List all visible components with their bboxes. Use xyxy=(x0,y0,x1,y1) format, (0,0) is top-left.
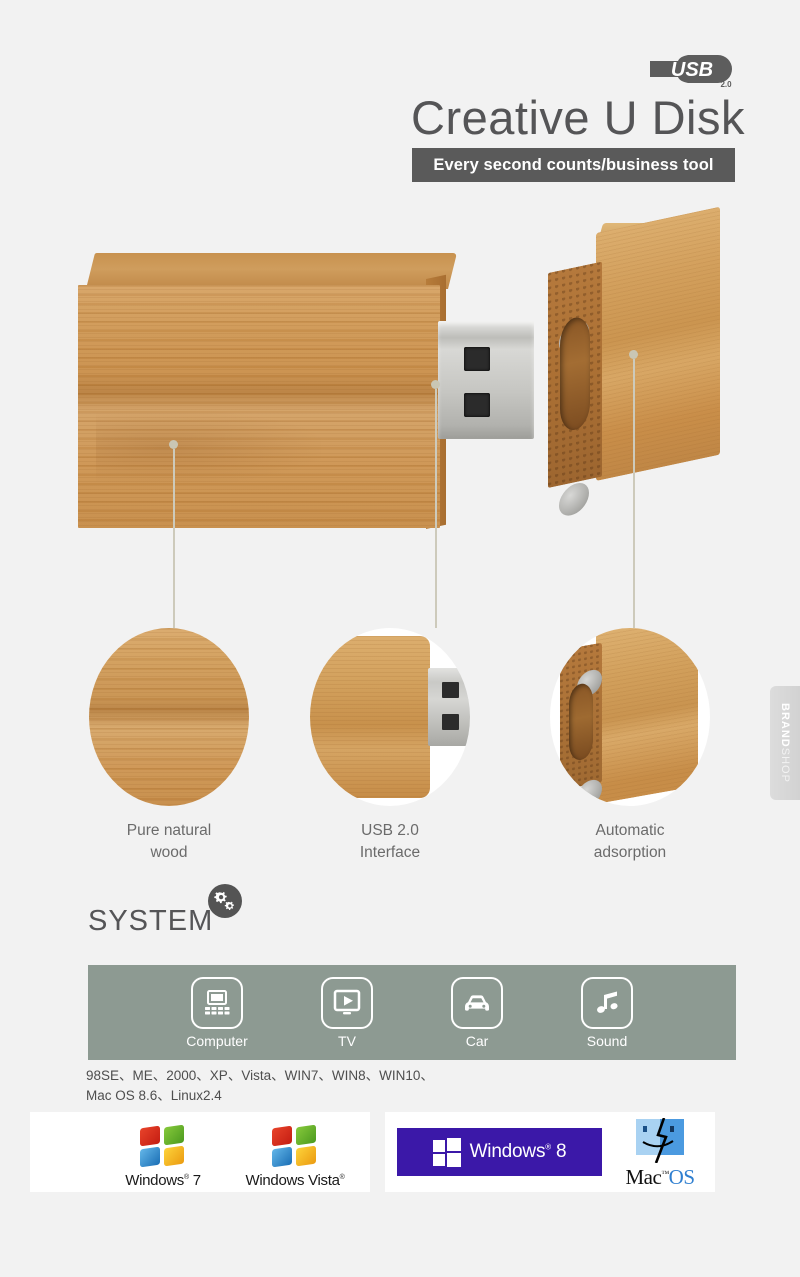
cap-front-face xyxy=(596,206,720,481)
wood-texture-icon xyxy=(89,628,249,806)
logo-windows8: Windows® 8 xyxy=(397,1128,602,1176)
brand-text: BRAND xyxy=(779,703,791,748)
magnet-cap-icon xyxy=(596,628,698,804)
usb-body-top-face xyxy=(86,253,457,289)
metal-connector-detail xyxy=(428,668,470,746)
windows-flag-icon xyxy=(140,1124,186,1168)
subtitle-text: Every second counts/business tool xyxy=(433,155,714,174)
svg-text:2.0: 2.0 xyxy=(720,80,732,89)
connector-slot xyxy=(442,682,459,698)
callout-line-wood xyxy=(173,449,175,628)
subtitle-banner: Every second counts/business tool xyxy=(412,148,735,182)
connector-slot xyxy=(464,393,490,417)
mac-name: Mac xyxy=(625,1165,662,1189)
vista-version: Vista xyxy=(308,1172,340,1189)
feature-label-line1: USB 2.0 xyxy=(361,822,419,839)
feature-label-magnet: Automatic adsorption xyxy=(540,820,720,865)
device-item-tv: TV xyxy=(301,976,393,1049)
logo-label-windows7: Windows® 7 xyxy=(125,1172,201,1189)
music-note-icon xyxy=(581,976,633,1029)
system-heading: SYSTEM xyxy=(88,905,213,938)
shop-text: SHOP xyxy=(779,747,791,783)
connector-slot xyxy=(464,347,490,371)
os-list-line1: 98SE、ME、2000、XP、Vista、WIN7、WIN8、WIN10、 xyxy=(86,1068,434,1083)
callout-dot-usb xyxy=(431,380,440,389)
logo-macos: Mac™OS xyxy=(615,1117,705,1190)
logo-panel-right: Windows® 8 Mac™OS xyxy=(385,1112,715,1192)
callout-dot-magnet xyxy=(629,350,638,359)
tv-play-icon xyxy=(321,976,373,1029)
logo-label-windows8: Windows® 8 xyxy=(469,1141,567,1162)
win8-name: Windows xyxy=(469,1141,546,1162)
system-heading-text: SYSTEM xyxy=(88,905,214,937)
product-detail-page: USB 2.0 Creative U Disk Every second cou… xyxy=(0,0,800,1277)
car-icon xyxy=(451,976,503,1029)
logo-windows7: Windows® 7 xyxy=(108,1124,218,1189)
hero-product-image xyxy=(0,206,800,628)
feature-label-line2: adsorption xyxy=(593,844,667,862)
logo-panel-left: Windows® 7 Windows Vista® xyxy=(30,1112,370,1192)
feature-label-usb: USB 2.0 Interface xyxy=(300,820,480,865)
device-label-car: Car xyxy=(465,1032,489,1049)
feature-label-line2: wood xyxy=(150,844,188,862)
connector-slot xyxy=(442,714,459,730)
feature-label-line1: Automatic xyxy=(595,822,665,839)
device-item-car: Car xyxy=(431,976,523,1049)
feature-label-line1: Pure natural xyxy=(126,822,212,839)
win7-name: Windows xyxy=(125,1172,184,1189)
vista-name: Windows xyxy=(245,1172,305,1189)
feature-item-wood: Pure natural wood xyxy=(79,628,259,865)
windows-flag-icon xyxy=(272,1124,318,1168)
win8-version: 8 xyxy=(556,1141,567,1162)
feature-label-line2: Interface xyxy=(359,844,421,862)
feature-image-wood xyxy=(89,628,249,806)
logo-label-macos: Mac™OS xyxy=(625,1165,695,1189)
logo-windows-vista: Windows Vista® xyxy=(230,1124,360,1189)
feature-image-magnet xyxy=(550,628,710,806)
feature-callouts: Pure natural wood USB 2.0 Interface Auto… xyxy=(0,628,800,861)
laptop-icon xyxy=(191,976,243,1029)
mac-os-suffix: OS xyxy=(668,1165,695,1189)
svg-text:USB: USB xyxy=(671,59,713,81)
magnet-icon xyxy=(559,477,589,521)
windows-tiles-icon xyxy=(432,1138,461,1167)
callout-dot-wood xyxy=(169,440,178,449)
usb-body-block xyxy=(78,253,457,529)
feature-item-usb: USB 2.0 Interface xyxy=(300,628,480,865)
callout-line-magnet xyxy=(633,359,635,628)
feature-label-wood: Pure natural wood xyxy=(79,820,259,865)
cap-cavity xyxy=(560,314,590,433)
logo-label-vista: Windows Vista® xyxy=(245,1172,345,1189)
device-label-computer: Computer xyxy=(186,1032,248,1049)
win7-version: 7 xyxy=(192,1172,201,1189)
usb-trident-icon: USB 2.0 xyxy=(648,48,740,90)
usb-metal-connector xyxy=(438,321,534,439)
finder-face-icon xyxy=(634,1117,686,1164)
system-compatibility-bar: Computer TV Car Sound xyxy=(88,965,736,1060)
usb-body-front-face xyxy=(78,285,440,528)
feature-item-magnet: Automatic adsorption xyxy=(540,628,720,865)
page-title: Creative U Disk xyxy=(411,91,745,144)
device-item-sound: Sound xyxy=(561,976,653,1049)
device-label-sound: Sound xyxy=(586,1032,628,1049)
cap-cavity xyxy=(569,681,593,762)
usb-connector-icon xyxy=(310,636,430,798)
brandshop-label: BRANDSHOP xyxy=(779,703,791,783)
feature-image-usb xyxy=(310,628,470,806)
gears-icon xyxy=(208,884,242,918)
callout-line-usb xyxy=(435,389,437,628)
os-support-list: 98SE、ME、2000、XP、Vista、WIN7、WIN8、WIN10、 M… xyxy=(86,1066,586,1107)
device-label-tv: TV xyxy=(338,1032,356,1049)
brandshop-side-tab[interactable]: BRANDSHOP xyxy=(770,686,800,800)
device-item-computer: Computer xyxy=(171,976,263,1049)
os-list-line2: Mac OS 8.6、Linux2.4 xyxy=(86,1088,222,1104)
